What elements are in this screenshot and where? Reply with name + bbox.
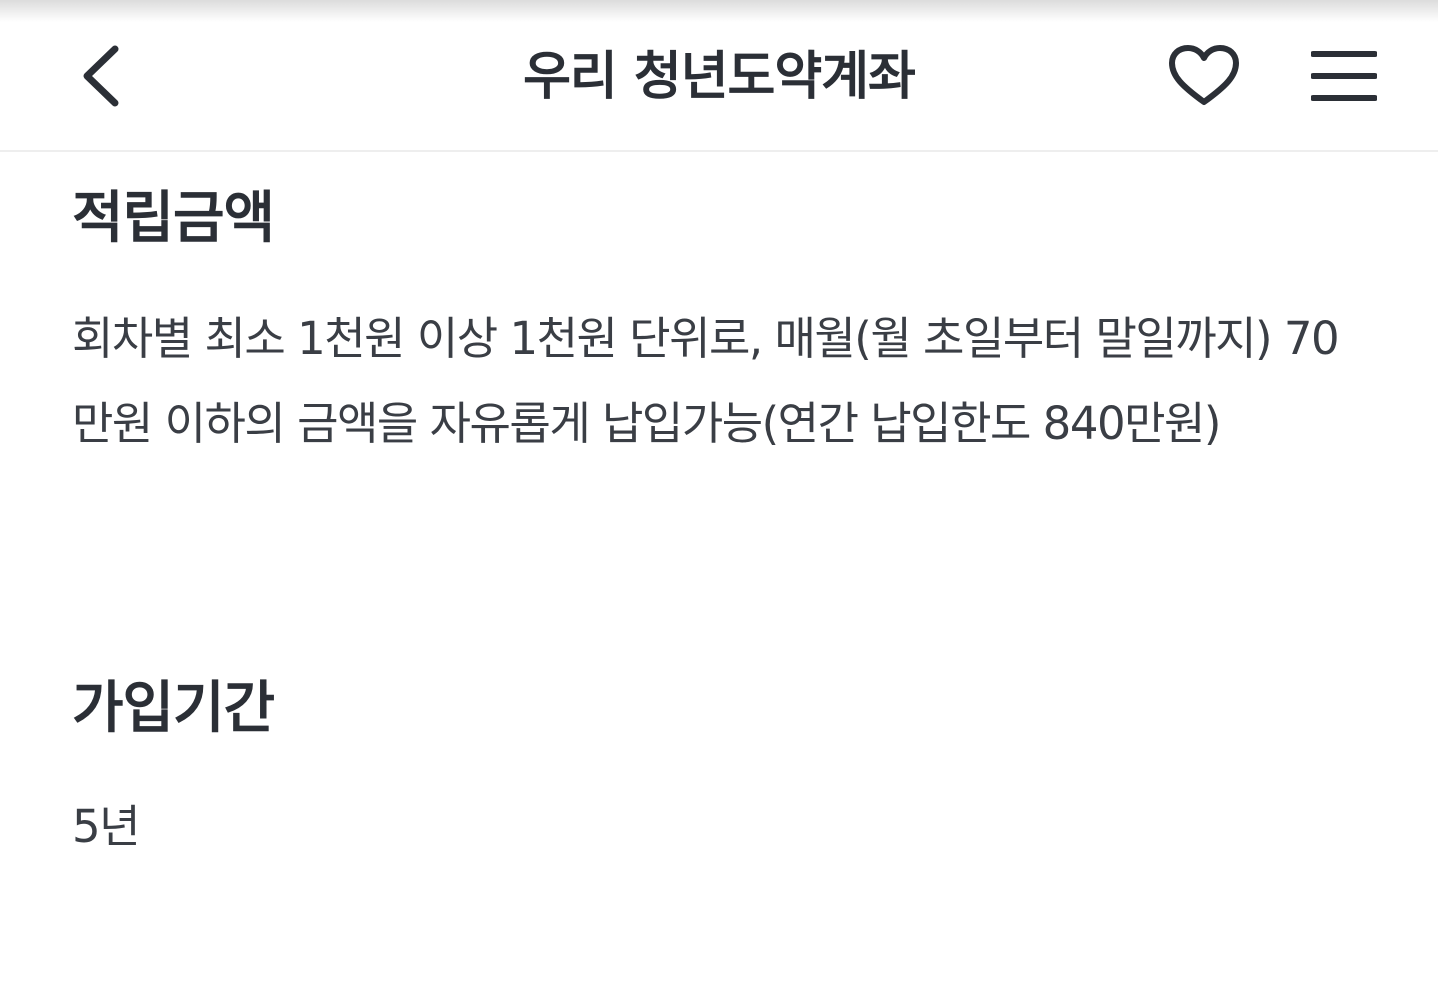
section-body-deposit-amount: 회차별 최소 1천원 이상 1천원 단위로, 매월(월 초일부터 말일까지) 7… — [72, 312, 1340, 450]
app-header: 우리 청년도약계좌 — [0, 0, 1438, 152]
section-deposit-amount: 적립금액 회차별 최소 1천원 이상 1천원 단위로, 매월(월 초일부터 말일… — [72, 184, 1372, 466]
section-title-subscription-period: 가입기간 — [72, 676, 275, 741]
hamburger-menu-icon — [1310, 49, 1378, 107]
section-title-deposit-amount: 적립금액 — [72, 186, 275, 251]
heart-outline-icon — [1168, 44, 1240, 112]
section-body-subscription-period: 5년 — [72, 800, 141, 853]
favorite-button[interactable] — [1162, 38, 1246, 118]
section-subscription-period: 가입기간 5년 — [72, 674, 1372, 869]
menu-button[interactable] — [1302, 40, 1386, 116]
